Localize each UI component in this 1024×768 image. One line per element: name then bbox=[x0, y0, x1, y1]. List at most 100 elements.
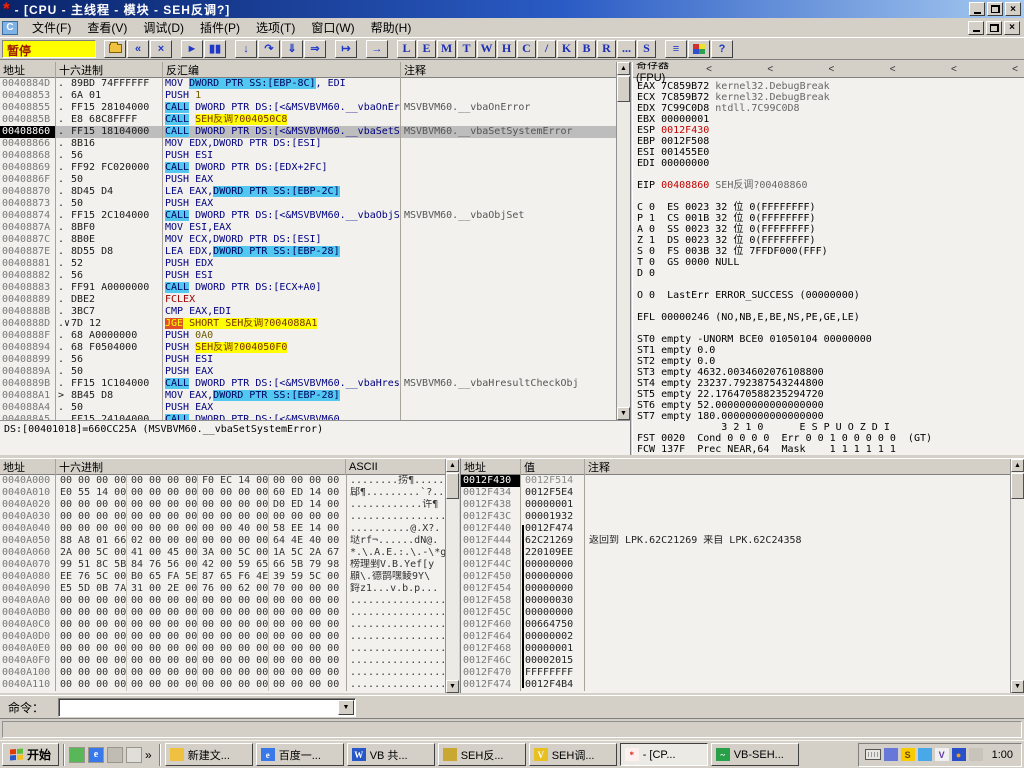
dump-row[interactable]: 0040A0E0 00 00 00 00 00 00 00 00 00 00 00 0… bbox=[0, 643, 459, 655]
disassembly-scrollbar[interactable]: ▲ ▼ bbox=[616, 62, 630, 420]
disasm-row[interactable]: 0040887A. 8BF0 MOV ESI,EAX bbox=[0, 222, 630, 234]
register-line[interactable]: D 0 bbox=[633, 268, 1024, 279]
column-split-icon[interactable]: < bbox=[703, 64, 712, 75]
register-line[interactable]: ST5 empty 22.176470588235294720 bbox=[633, 389, 1024, 400]
register-line[interactable]: A 0 SS 0023 32 位 0(FFFFFFFF) bbox=[633, 224, 1024, 235]
register-line[interactable]: ST0 empty -UNORM BCE0 01050104 00000000 bbox=[633, 334, 1024, 345]
dump-row[interactable]: 0040A0D0 00 00 00 00 00 00 00 00 00 00 00 0… bbox=[0, 631, 459, 643]
register-line[interactable]: EFL 00000246 (NO,NB,E,BE,NS,PE,GE,LE) bbox=[633, 312, 1024, 323]
stack-row[interactable]: 0012F450 00000000 bbox=[461, 571, 1024, 583]
stack-row[interactable]: 0012F460 00664750 bbox=[461, 619, 1024, 631]
step-over-button[interactable]: ↷ bbox=[258, 39, 280, 58]
close-process-button[interactable]: × bbox=[150, 39, 172, 58]
dropdown-button[interactable]: ▼ bbox=[338, 699, 355, 715]
quick-launch-icon-1[interactable] bbox=[69, 746, 86, 763]
register-line[interactable]: EDX 7C99C0D8 ntdll.7C99C0D8 bbox=[633, 103, 1024, 114]
scroll-thumb[interactable] bbox=[1011, 473, 1024, 499]
disasm-row[interactable]: 00408899. 56 PUSH ESI bbox=[0, 354, 630, 366]
panel-button-L[interactable]: L bbox=[397, 39, 416, 58]
column-split-icon[interactable]: < bbox=[764, 64, 773, 75]
panel-button-H[interactable]: H bbox=[497, 39, 516, 58]
disasm-row[interactable]: 00408853. 6A 01 PUSH 1 bbox=[0, 90, 630, 102]
panel-button-dots[interactable]: ... bbox=[617, 39, 636, 58]
register-line[interactable]: EBP 0012F508 bbox=[633, 136, 1024, 147]
dump-scrollbar[interactable]: ▲ ▼ bbox=[445, 459, 459, 693]
register-line[interactable]: EAX 7C859B72 kernel32.DebugBreak bbox=[633, 81, 1024, 92]
register-line[interactable]: FST 0020 Cond 0 0 0 0 Err 0 0 1 0 0 0 0 … bbox=[633, 433, 1024, 444]
disasm-row[interactable]: 0040887E. 8D55 D8 LEA EDX,DWORD PTR SS:[EB… bbox=[0, 246, 630, 258]
register-line[interactable]: ST6 empty 52.000000000000000000 bbox=[633, 400, 1024, 411]
scroll-up-icon[interactable]: ▲ bbox=[446, 459, 459, 472]
cpu-child-icon[interactable]: C bbox=[2, 20, 18, 35]
scroll-thumb[interactable] bbox=[446, 473, 459, 499]
disasm-row[interactable]: 00408889. DBE2 FCLEX bbox=[0, 294, 630, 306]
register-line[interactable]: ST1 empty 0.0 bbox=[633, 345, 1024, 356]
menu-item-3[interactable]: 插件(P) bbox=[192, 17, 248, 38]
dump-row[interactable]: 0040A090 E5 5D 0B 7A 31 00 2E 00 76 00 62 0… bbox=[0, 583, 459, 595]
tray-icon-4[interactable]: V bbox=[934, 748, 949, 761]
tray-icon-5[interactable]: ● bbox=[951, 748, 966, 761]
command-input[interactable] bbox=[61, 700, 338, 714]
animate-over-button[interactable]: ⇒ bbox=[304, 39, 326, 58]
taskbar-task-2[interactable]: W VB 共... bbox=[346, 743, 435, 766]
quick-launch-icon-4[interactable] bbox=[126, 746, 143, 763]
disasm-row[interactable]: 00408868. 56 PUSH ESI bbox=[0, 150, 630, 162]
register-line[interactable]: ESP 0012F430 bbox=[633, 125, 1024, 136]
register-line[interactable] bbox=[633, 301, 1024, 312]
disasm-row[interactable]: 0040884D. 89BD 74FFFFFF MOV DWORD PTR SS:[… bbox=[0, 78, 630, 90]
stack-row[interactable]: 0012F454 00000000 bbox=[461, 583, 1024, 595]
stack-row[interactable]: 0012F43C 00001932 bbox=[461, 511, 1024, 523]
dump-row[interactable]: 0040A0B0 00 00 00 00 00 00 00 00 00 00 00 0… bbox=[0, 607, 459, 619]
stack-row[interactable]: 0012F448 220109EE bbox=[461, 547, 1024, 559]
open-file-button[interactable] bbox=[104, 39, 126, 58]
register-line[interactable]: ST3 empty 4632.0034602076108800 bbox=[633, 367, 1024, 378]
dump-row[interactable]: 0040A010 E0 55 14 00 00 00 00 00 00 00 00 0… bbox=[0, 487, 459, 499]
disasm-row[interactable]: 00408869. FF92 FC020000 CALL DWORD PTR DS:… bbox=[0, 162, 630, 174]
stack-row[interactable]: 0012F44C 00000000 bbox=[461, 559, 1024, 571]
tray-icon-2[interactable]: S bbox=[900, 748, 915, 761]
dump-row[interactable]: 0040A060 2A 00 5C 00 41 00 45 00 3A 00 5C 0… bbox=[0, 547, 459, 559]
register-line[interactable] bbox=[633, 279, 1024, 290]
help-button[interactable]: ? bbox=[711, 39, 733, 58]
taskbar-task-3[interactable]: SEH反... bbox=[437, 743, 526, 766]
register-line[interactable]: ST7 empty 180.00000000000000000 bbox=[633, 411, 1024, 422]
register-line[interactable]: EIP 00408860 SEH反调?00408860 bbox=[633, 180, 1024, 191]
register-line[interactable]: ST2 empty 0.0 bbox=[633, 356, 1024, 367]
panel-button-slash[interactable]: / bbox=[537, 39, 556, 58]
register-line[interactable]: ECX 7C859B72 kernel32.DebugBreak bbox=[633, 92, 1024, 103]
windows-list-button[interactable]: ≡ bbox=[665, 39, 687, 58]
tray-icon-1[interactable] bbox=[883, 748, 898, 761]
disasm-row[interactable]: 00408882. 56 PUSH ESI bbox=[0, 270, 630, 282]
menu-item-6[interactable]: 帮助(H) bbox=[363, 17, 420, 38]
disasm-row[interactable]: 00408881. 52 PUSH EDX bbox=[0, 258, 630, 270]
stack-row[interactable]: 0012F474 0012F4B4 bbox=[461, 679, 1024, 691]
quick-launch-icon-2[interactable]: e bbox=[88, 746, 105, 763]
quick-launch-icon-3[interactable] bbox=[107, 746, 124, 763]
scroll-down-icon[interactable]: ▼ bbox=[617, 407, 630, 420]
disasm-row[interactable]: 0040889B. FF15 1C104000 CALL DWORD PTR DS:… bbox=[0, 378, 630, 390]
scroll-thumb[interactable] bbox=[617, 76, 630, 102]
keyboard-tray-icon[interactable] bbox=[864, 749, 881, 760]
scroll-down-icon[interactable]: ▼ bbox=[1011, 680, 1024, 693]
scroll-up-icon[interactable]: ▲ bbox=[1011, 459, 1024, 472]
menu-item-0[interactable]: 文件(F) bbox=[24, 17, 79, 38]
disasm-row[interactable]: 00408883. FF91 A0000000 CALL DWORD PTR DS:… bbox=[0, 282, 630, 294]
dump-row[interactable]: 0040A040 00 00 00 00 00 00 00 00 00 00 40 0… bbox=[0, 523, 459, 535]
panel-button-E[interactable]: E bbox=[417, 39, 436, 58]
start-button[interactable]: 开始 bbox=[2, 743, 60, 766]
disasm-row[interactable]: 0040888F. 68 A0000000 PUSH 0A0 bbox=[0, 330, 630, 342]
stack-row[interactable]: 0012F440 0012F474 bbox=[461, 523, 1024, 535]
run-button[interactable]: ► bbox=[181, 39, 203, 58]
disasm-row[interactable]: 00408873. 50 PUSH EAX bbox=[0, 198, 630, 210]
child-minimize-button[interactable] bbox=[968, 20, 984, 35]
panel-button-K[interactable]: K bbox=[557, 39, 576, 58]
taskbar-task-6[interactable]: ~ VB-SEH... bbox=[710, 743, 799, 766]
stack-row[interactable]: 0012F46C 00002015 bbox=[461, 655, 1024, 667]
quick-launch-overflow-icon[interactable]: » bbox=[145, 748, 152, 762]
dump-row[interactable]: 0040A110 00 00 00 00 00 00 00 00 00 00 00 0… bbox=[0, 679, 459, 691]
step-into-button[interactable]: ↓ bbox=[235, 39, 257, 58]
disasm-row[interactable]: 0040888D .∨7D 12 JGE SHORT SEH反调?004088A1 bbox=[0, 318, 630, 330]
register-line[interactable]: 3 2 1 0 E S P U O Z D I bbox=[633, 422, 1024, 433]
panel-button-C[interactable]: C bbox=[517, 39, 536, 58]
register-line[interactable]: S 0 FS 003B 32 位 7FFDF000(FFF) bbox=[633, 246, 1024, 257]
